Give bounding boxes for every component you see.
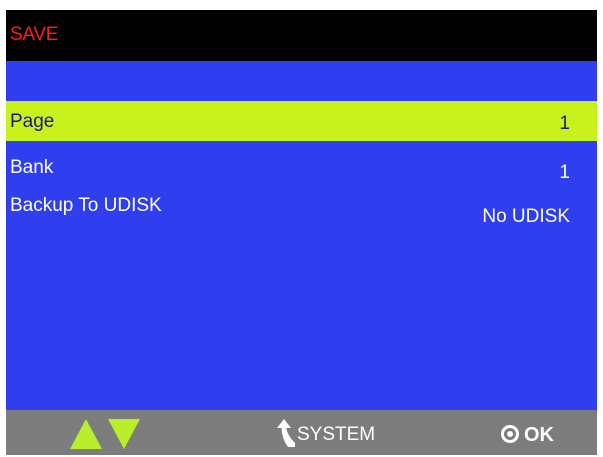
circle-dot-icon bbox=[501, 425, 519, 443]
menu-item-label: Page bbox=[10, 111, 55, 132]
arrow-up-icon[interactable] bbox=[70, 419, 102, 449]
menu-item-value: No UDISK bbox=[482, 206, 570, 227]
menu-item-value: 1 bbox=[559, 162, 570, 183]
system-button[interactable]: SYSTEM bbox=[276, 417, 375, 449]
menu-item-label: Bank bbox=[10, 157, 54, 178]
title-bar: SAVE bbox=[6, 10, 597, 61]
menu-item-backup-to-udisk[interactable]: Backup To UDISK No UDISK bbox=[6, 186, 597, 227]
menu-item-bank[interactable]: Bank 1 bbox=[6, 148, 597, 188]
menu-item-value: 1 bbox=[559, 113, 570, 134]
page-title: SAVE bbox=[10, 24, 59, 45]
device-screen: SAVE Page 1 Bank 1 Backup To UDISK No UD… bbox=[6, 10, 597, 455]
return-arrow-icon bbox=[277, 419, 295, 447]
ok-button[interactable]: OK bbox=[500, 419, 554, 449]
arrow-down-icon[interactable] bbox=[108, 419, 140, 449]
ok-button-label: OK bbox=[524, 423, 554, 446]
menu-item-page[interactable]: Page 1 bbox=[6, 101, 597, 141]
system-button-label: SYSTEM bbox=[297, 424, 376, 445]
menu-item-label: Backup To UDISK bbox=[10, 195, 162, 216]
footer-bar: SYSTEM OK bbox=[6, 410, 597, 455]
